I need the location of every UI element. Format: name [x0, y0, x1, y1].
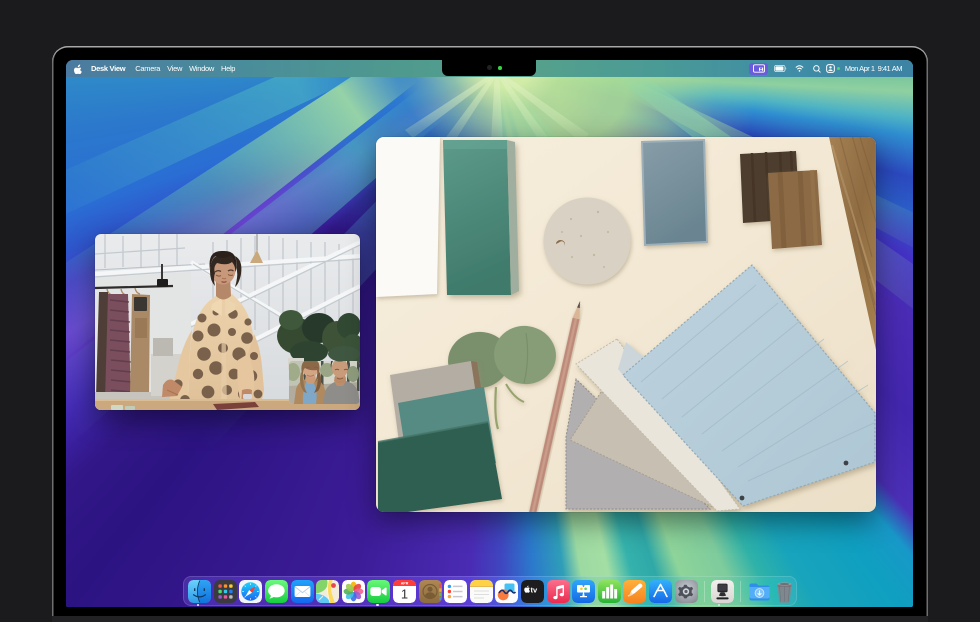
- svg-text:APR: APR: [401, 581, 409, 585]
- svg-text:1: 1: [401, 586, 408, 601]
- svg-text:tv: tv: [531, 585, 538, 594]
